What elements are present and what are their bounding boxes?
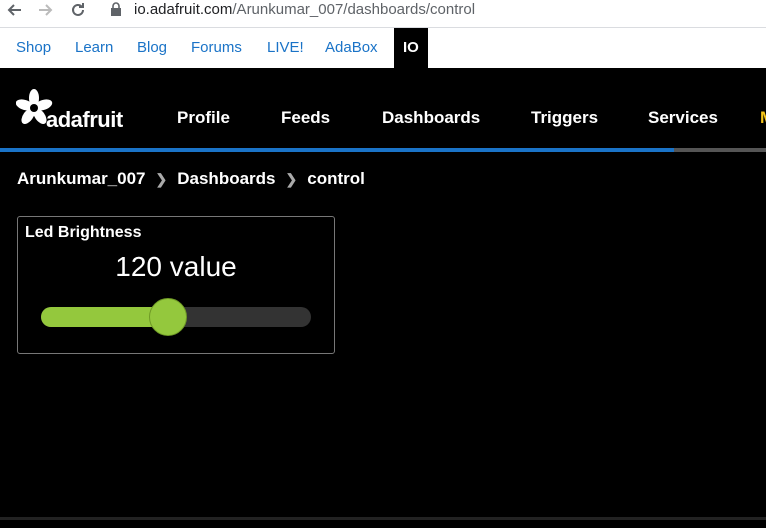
slider-widget: Led Brightness 120 value: [17, 216, 335, 354]
brightness-slider[interactable]: [41, 298, 311, 336]
reload-icon[interactable]: [68, 0, 88, 20]
url-host: io.adafruit.com: [134, 1, 233, 18]
lock-icon: [110, 2, 124, 18]
toplink-blog[interactable]: Blog: [137, 28, 167, 68]
slider-thumb[interactable]: [148, 298, 187, 336]
forward-arrow-icon[interactable]: [36, 0, 56, 20]
toplink-io[interactable]: IO: [394, 28, 428, 68]
back-arrow-icon[interactable]: [4, 0, 24, 20]
nav-triggers[interactable]: Triggers: [531, 108, 598, 128]
header-progress-fill: [0, 148, 675, 152]
breadcrumb-current: control: [307, 169, 365, 188]
toplink-learn[interactable]: Learn: [75, 28, 113, 68]
breadcrumb-dashboards[interactable]: Dashboards: [177, 169, 275, 189]
footer-divider: [0, 517, 766, 520]
nav-profile[interactable]: Profile: [177, 108, 230, 128]
toplink-shop[interactable]: Shop: [16, 28, 51, 68]
nav-dashboards[interactable]: Dashboards: [382, 108, 480, 128]
widget-value: 120 value: [115, 251, 237, 282]
url-path: /Arunkumar_007/dashboards/control: [232, 1, 476, 18]
toplink-adabox[interactable]: AdaBox: [325, 28, 378, 68]
breadcrumb-user[interactable]: Arunkumar_007: [17, 169, 146, 189]
nav-overflow-item[interactable]: M: [760, 108, 766, 128]
chevron-right-icon: ❯: [285, 170, 298, 187]
top-links-bar: Shop Learn Blog Forums LIVE! AdaBox IO: [0, 28, 766, 68]
site-header: adafruit Profile Feeds Dashboards Trigge…: [0, 68, 766, 148]
address-bar[interactable]: io.adafruit.com/Arunkumar_007/dashboards…: [134, 1, 475, 18]
toplink-live[interactable]: LIVE!: [267, 28, 304, 68]
nav-services[interactable]: Services: [648, 108, 718, 128]
toplink-forums[interactable]: Forums: [191, 28, 242, 68]
breadcrumb: Arunkumar_007 ❯ Dashboards ❯ control: [17, 169, 365, 189]
nav-feeds[interactable]: Feeds: [281, 108, 330, 128]
widget-title: Led Brightness: [25, 224, 142, 241]
browser-toolbar: io.adafruit.com/Arunkumar_007/dashboards…: [0, 0, 766, 28]
header-progress-bar: [0, 148, 766, 152]
chevron-right-icon: ❯: [155, 170, 168, 187]
logo-text[interactable]: adafruit: [46, 107, 123, 133]
